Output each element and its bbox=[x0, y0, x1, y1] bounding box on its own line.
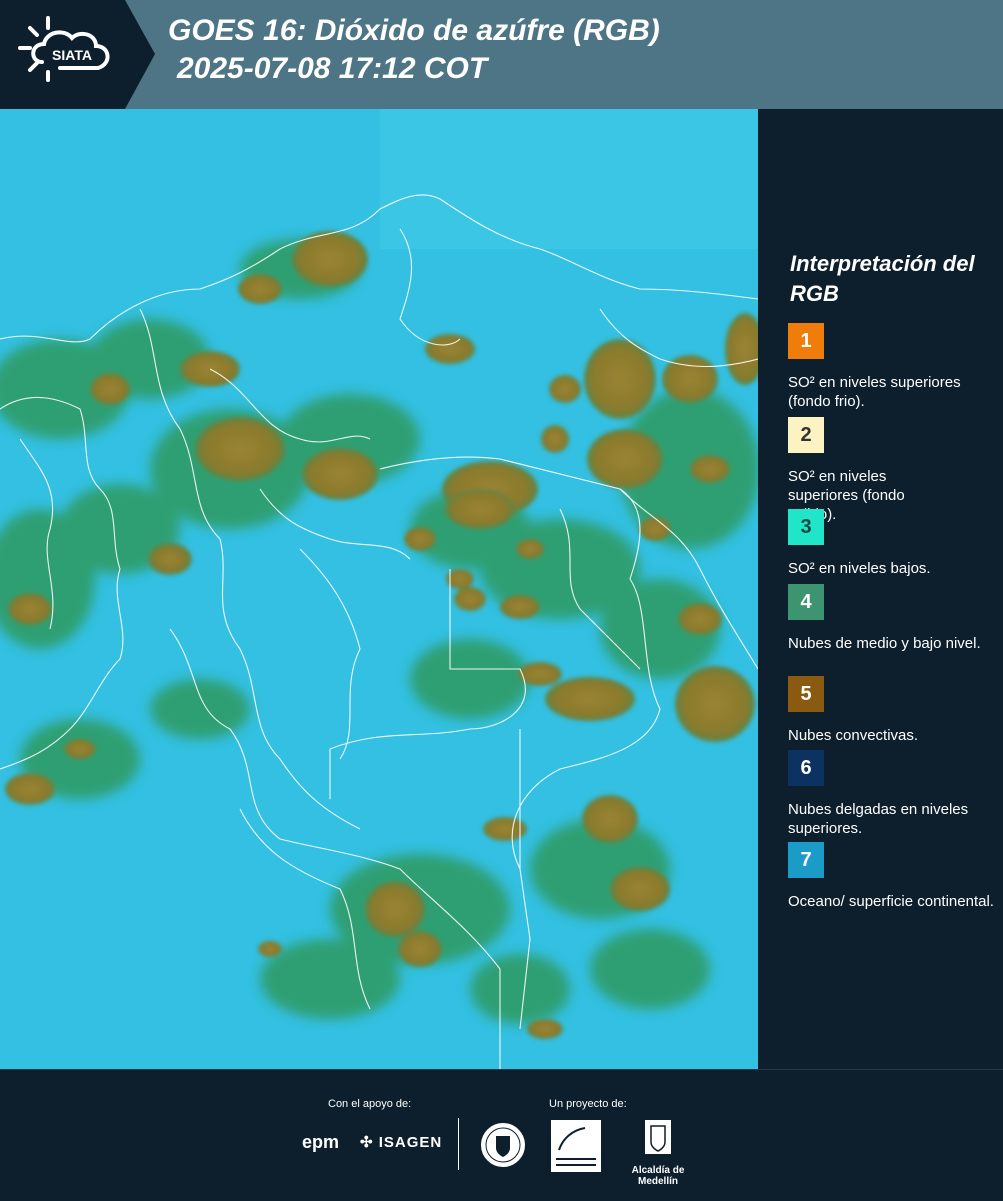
legend-label-2: SO² en niveles superiores (fondo calido)… bbox=[788, 468, 905, 523]
legend-item-2: 2 SO² en niveles superiores (fondo calid… bbox=[788, 417, 998, 523]
legend-swatch-5: 5 bbox=[788, 676, 824, 712]
legend-swatch-2: 2 bbox=[788, 417, 824, 453]
alcaldia-logo: Alcaldía de Medellín bbox=[612, 1118, 704, 1187]
legend-item-5: 5 Nubes convectivas. bbox=[788, 676, 998, 745]
isagen-icon: ✣ bbox=[360, 1134, 374, 1151]
support-label: Con el apoyo de: bbox=[328, 1098, 412, 1110]
legend-label-6: Nubes delgadas en niveles superiores. bbox=[788, 801, 969, 837]
page-title: GOES 16: Dióxido de azúfre (RGB) 2025-07… bbox=[168, 12, 660, 88]
legend-item-3: 3 SO² en niveles bajos. bbox=[788, 509, 998, 578]
legend-label-1: SO² en niveles superiores (fondo frio). bbox=[788, 374, 961, 410]
legend-label-4: Nubes de medio y bajo nivel. bbox=[788, 635, 981, 652]
legend-title: Interpretación del RGB bbox=[790, 251, 975, 306]
legend-number-3: 3 bbox=[800, 515, 812, 538]
title-line-2: 2025-07-08 17:12 COT bbox=[177, 52, 488, 85]
legend-label-5: Nubes convectivas. bbox=[788, 727, 919, 744]
header-bar: SIATA GOES 16: Dióxido de azúfre (RGB) 2… bbox=[0, 0, 1003, 109]
satellite-map[interactable] bbox=[0, 109, 758, 1069]
legend-swatch-3: 3 bbox=[788, 509, 824, 545]
legend-swatch-1: 1 bbox=[788, 323, 824, 359]
legend-label-3: SO² en niveles bajos. bbox=[788, 560, 931, 577]
legend-swatch-4: 4 bbox=[788, 584, 824, 620]
legend-swatch-7: 7 bbox=[788, 842, 824, 878]
legend-swatch-6: 6 bbox=[788, 750, 824, 786]
legend-number-2: 2 bbox=[800, 423, 812, 446]
legend-label-7: Oceano/ superficie continental. bbox=[788, 893, 994, 910]
legend-item-7: 7 Oceano/ superficie continental. bbox=[788, 842, 998, 911]
alcaldia-text: Alcaldía de Medellín bbox=[631, 1165, 685, 1187]
legend-number-4: 4 bbox=[800, 590, 812, 613]
epm-logo: epm bbox=[302, 1132, 340, 1152]
legend-item-4: 4 Nubes de medio y bajo nivel. bbox=[788, 584, 998, 653]
area-metropolitana-icon bbox=[556, 1127, 596, 1166]
logo-text: SIATA bbox=[52, 47, 92, 63]
legend-number-6: 6 bbox=[800, 756, 812, 779]
project-label: Un proyecto de: bbox=[549, 1098, 627, 1110]
legend-number-5: 5 bbox=[800, 682, 812, 705]
legend-panel: Interpretación del RGB 1 SO² en niveles … bbox=[758, 109, 1003, 1069]
footer: Con el apoyo de: Un proyecto de: epm ✣ I… bbox=[0, 1069, 1003, 1201]
legend-item-1: 1 SO² en niveles superiores (fondo frio)… bbox=[788, 323, 998, 411]
title-line-1: GOES 16: Dióxido de azúfre (RGB) bbox=[168, 14, 660, 47]
legend-number-1: 1 bbox=[800, 329, 812, 352]
footer-divider bbox=[458, 1118, 459, 1170]
legend-number-7: 7 bbox=[800, 848, 812, 871]
legend-item-6: 6 Nubes delgadas en niveles superiores. bbox=[788, 750, 998, 838]
isagen-logo: ✣ ISAGEN bbox=[360, 1133, 442, 1151]
alcaldia-shield-icon bbox=[645, 1120, 671, 1154]
medellin-seal-logo bbox=[479, 1121, 527, 1169]
siata-logo: SIATA bbox=[0, 0, 155, 109]
area-metropolitana-logo bbox=[551, 1120, 601, 1172]
isagen-text: ISAGEN bbox=[378, 1134, 443, 1151]
